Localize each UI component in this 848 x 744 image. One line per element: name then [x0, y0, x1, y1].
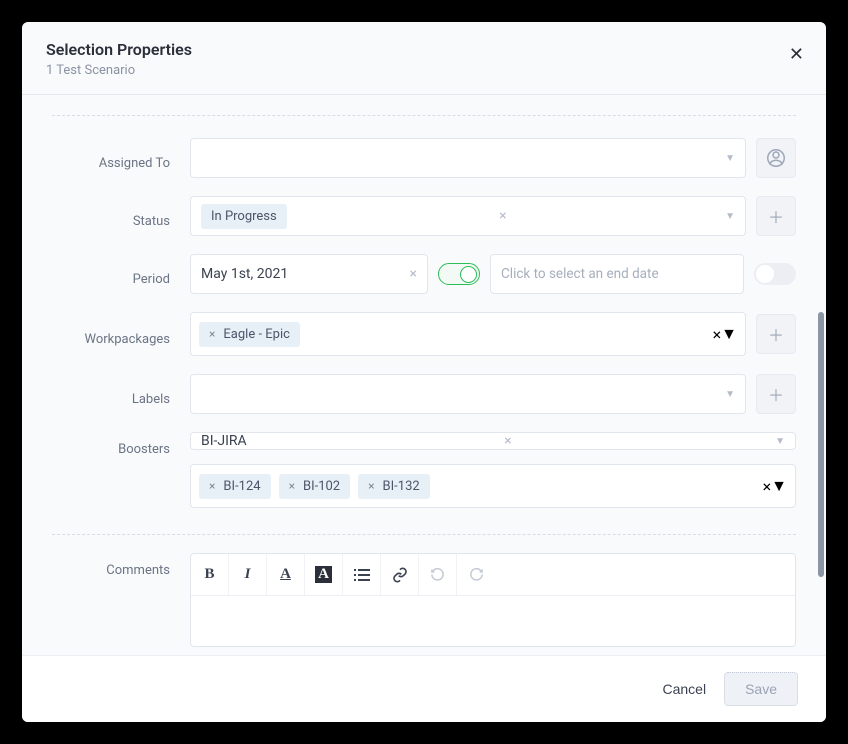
- add-label-button[interactable]: ＋: [756, 374, 796, 414]
- clear-icon[interactable]: ×: [410, 266, 417, 282]
- boosters-label: Boosters: [52, 432, 190, 457]
- workpackages-label: Workpackages: [52, 322, 190, 347]
- assigned-to-label: Assigned To: [52, 146, 190, 171]
- labels-select[interactable]: ▼: [190, 374, 746, 414]
- remove-icon[interactable]: ×: [368, 479, 374, 493]
- link-button[interactable]: [381, 554, 419, 595]
- modal-body: Assigned To ▼ Status In Progress ×: [22, 95, 826, 655]
- close-button[interactable]: ✕: [789, 44, 804, 65]
- comments-textarea[interactable]: [191, 596, 795, 646]
- modal-title: Selection Properties: [46, 40, 802, 59]
- bold-button[interactable]: B: [191, 554, 229, 595]
- clear-icon[interactable]: ×: [713, 325, 722, 344]
- scrollbar[interactable]: [818, 312, 824, 577]
- list-icon: [354, 568, 370, 582]
- comments-label: Comments: [52, 553, 190, 578]
- start-date-toggle[interactable]: [438, 263, 480, 285]
- modal-header: Selection Properties 1 Test Scenario ✕: [22, 22, 826, 95]
- clear-icon[interactable]: ×: [504, 433, 511, 449]
- selection-properties-modal: Selection Properties 1 Test Scenario ✕ A…: [22, 22, 826, 722]
- plus-icon: ＋: [768, 204, 784, 228]
- plus-icon: ＋: [768, 322, 784, 346]
- text-color-button[interactable]: A: [267, 554, 305, 595]
- workpackages-select[interactable]: × Eagle - Epic × ▼: [190, 312, 746, 356]
- chevron-down-icon: ▼: [771, 476, 787, 496]
- comments-editor: B I A A: [190, 553, 796, 647]
- end-date-placeholder: Click to select an end date: [501, 266, 659, 282]
- status-select[interactable]: In Progress × ▼: [190, 196, 746, 236]
- bold-icon: B: [204, 566, 214, 583]
- status-label: Status: [52, 204, 190, 229]
- booster-integration-select[interactable]: BI-JIRA × ▼: [190, 432, 796, 450]
- clear-icon[interactable]: ×: [763, 477, 772, 496]
- chevron-down-icon: ▼: [721, 324, 737, 344]
- booster-issues-select[interactable]: × BI-124 × BI-102 × BI-132 ×: [190, 464, 796, 508]
- save-button[interactable]: Save: [724, 672, 798, 706]
- status-chip: In Progress: [201, 204, 287, 229]
- redo-button[interactable]: [457, 554, 495, 595]
- chevron-down-icon: ▼: [725, 211, 735, 222]
- highlight-button[interactable]: A: [305, 554, 343, 595]
- user-icon: [767, 149, 785, 167]
- modal-subtitle: 1 Test Scenario: [46, 63, 802, 78]
- list-button[interactable]: [343, 554, 381, 595]
- assign-me-button[interactable]: [756, 138, 796, 178]
- undo-button[interactable]: [419, 554, 457, 595]
- issue-chip: × BI-102: [279, 474, 351, 499]
- text-color-icon: A: [280, 566, 291, 583]
- divider: [52, 115, 796, 116]
- close-icon: ✕: [789, 44, 804, 64]
- plus-icon: ＋: [768, 382, 784, 406]
- assigned-to-select[interactable]: ▼: [190, 138, 746, 178]
- end-date-input[interactable]: Click to select an end date: [490, 254, 744, 294]
- cancel-button[interactable]: Cancel: [662, 681, 706, 697]
- workpackage-chip: × Eagle - Epic: [199, 322, 300, 347]
- add-status-button[interactable]: ＋: [756, 196, 796, 236]
- link-icon: [392, 567, 408, 583]
- divider: [52, 534, 796, 535]
- chip-label: BI-124: [223, 479, 260, 494]
- undo-icon: [430, 567, 445, 582]
- editor-toolbar: B I A A: [191, 554, 795, 596]
- italic-button[interactable]: I: [229, 554, 267, 595]
- chip-label: BI-132: [383, 479, 420, 494]
- chip-label: Eagle - Epic: [223, 327, 290, 342]
- toggle-knob: [756, 265, 774, 283]
- italic-icon: I: [245, 566, 251, 583]
- highlight-icon: A: [315, 566, 332, 583]
- chevron-down-icon: ▼: [725, 153, 735, 164]
- chip-label: BI-102: [303, 479, 340, 494]
- booster-integration-value: BI-JIRA: [201, 433, 247, 449]
- start-date-value: May 1st, 2021: [201, 266, 288, 282]
- period-label: Period: [52, 262, 190, 287]
- redo-icon: [469, 567, 484, 582]
- remove-icon[interactable]: ×: [209, 327, 215, 341]
- end-date-toggle[interactable]: [754, 263, 796, 285]
- add-workpackage-button[interactable]: ＋: [756, 314, 796, 354]
- start-date-input[interactable]: May 1st, 2021 ×: [190, 254, 428, 294]
- chevron-down-icon: ▼: [725, 389, 735, 400]
- chevron-down-icon: ▼: [775, 436, 785, 447]
- issue-chip: × BI-124: [199, 474, 271, 499]
- clear-icon[interactable]: ×: [499, 208, 506, 224]
- modal-footer: Cancel Save: [22, 655, 826, 722]
- remove-icon[interactable]: ×: [289, 479, 295, 493]
- toggle-knob: [460, 266, 477, 283]
- issue-chip: × BI-132: [358, 474, 430, 499]
- labels-label: Labels: [52, 382, 190, 407]
- remove-icon[interactable]: ×: [209, 479, 215, 493]
